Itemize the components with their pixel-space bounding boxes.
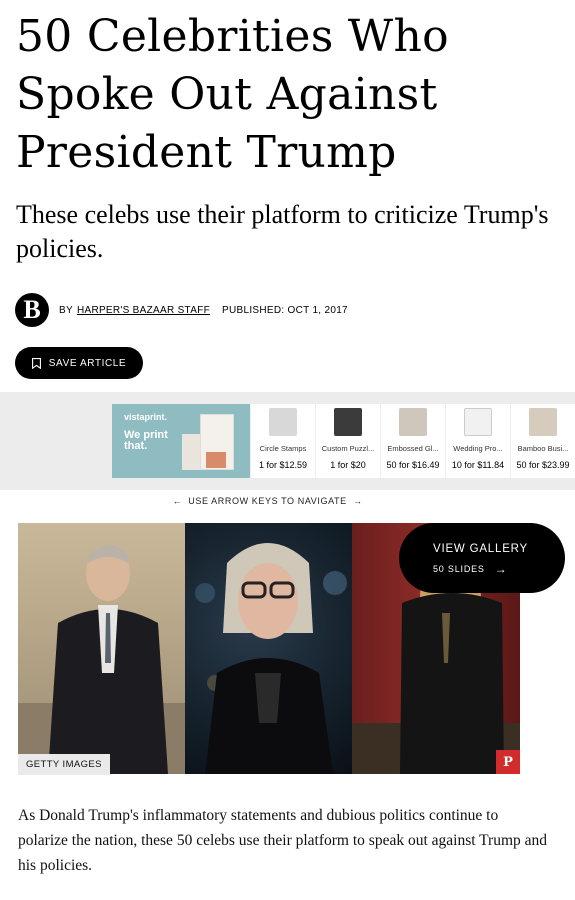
pinterest-icon: P bbox=[503, 754, 513, 770]
published-date: PUBLISHED: OCT 1, 2017 bbox=[222, 304, 348, 316]
ad-item-name: Wedding Pro... bbox=[453, 444, 503, 453]
slide-count-label: 50 SLIDES bbox=[433, 564, 485, 574]
ad-tagline: We print that. bbox=[124, 429, 168, 452]
save-article-button[interactable]: SAVE ARTICLE bbox=[15, 347, 143, 379]
ad-unit[interactable]: vistaprint. We print that. Circle Stamps… bbox=[112, 404, 575, 478]
ad-item-price: 10 for $11.84 bbox=[451, 460, 505, 470]
arrow-left-icon[interactable]: ← bbox=[172, 496, 182, 506]
ad-brand-panel[interactable]: vistaprint. We print that. bbox=[112, 404, 250, 478]
photo-credit: GETTY IMAGES bbox=[18, 754, 110, 775]
ad-item[interactable]: Wedding Pro... 10 for $11.84 bbox=[445, 404, 510, 478]
byline-prefix: BY bbox=[59, 304, 73, 316]
save-article-label: SAVE ARTICLE bbox=[48, 357, 127, 369]
person-silhouette bbox=[18, 545, 185, 774]
arrow-right-icon: → bbox=[494, 562, 508, 576]
ad-item-thumb bbox=[464, 408, 492, 436]
article-headline: 50 Celebrities Who Spoke Out Against Pre… bbox=[16, 11, 449, 178]
article-body-paragraph: As Donald Trump's inflammatory statement… bbox=[18, 807, 548, 874]
byline-text: BY HARPER'S BAZAAR STAFF PUBLISHED: OCT … bbox=[59, 305, 348, 316]
ad-item[interactable]: Custom Puzzl... 1 for $20 bbox=[315, 404, 380, 478]
person-silhouette bbox=[195, 543, 347, 774]
ad-item-name: Custom Puzzl... bbox=[321, 444, 375, 453]
view-gallery-button[interactable]: VIEW GALLERY 50 SLIDES → bbox=[399, 523, 565, 593]
navigation-hint-label: USE ARROW KEYS TO NAVIGATE bbox=[188, 496, 347, 506]
publisher-logo[interactable]: B bbox=[15, 293, 49, 327]
gallery-photo[interactable] bbox=[18, 523, 185, 774]
byline: B BY HARPER'S BAZAAR STAFF PUBLISHED: OC… bbox=[15, 292, 348, 328]
ad-item[interactable]: Embossed Gl... 50 for $16.49 bbox=[380, 404, 445, 478]
ad-item-price: 50 for $23.99 bbox=[516, 460, 570, 470]
ad-item-thumb bbox=[529, 408, 557, 436]
gallery-photo[interactable] bbox=[185, 523, 352, 774]
ad-item-price: 1 for $20 bbox=[330, 460, 366, 470]
ad-item-name: Bamboo Busi... bbox=[517, 444, 569, 453]
author-link[interactable]: HARPER'S BAZAAR STAFF bbox=[77, 305, 210, 316]
ad-product-image bbox=[206, 452, 226, 468]
ad-item-thumb bbox=[334, 408, 362, 436]
view-gallery-label: VIEW GALLERY bbox=[433, 543, 529, 555]
ad-brand-name: vistaprint. bbox=[124, 412, 168, 422]
arrow-right-icon[interactable]: → bbox=[353, 496, 363, 506]
navigation-hint: ← USE ARROW KEYS TO NAVIGATE → bbox=[0, 496, 535, 506]
ad-item[interactable]: Circle Stamps 1 for $12.59 bbox=[250, 404, 315, 478]
ad-item-price: 50 for $16.49 bbox=[386, 460, 440, 470]
ad-item[interactable]: Bamboo Busi... 50 for $23.99 bbox=[510, 404, 575, 478]
ad-item-name: Circle Stamps bbox=[259, 444, 307, 453]
slide-count: 50 SLIDES → bbox=[433, 562, 565, 576]
pinterest-share-button[interactable]: P bbox=[496, 750, 520, 774]
ad-item-thumb bbox=[399, 408, 427, 436]
ad-item-name: Embossed Gl... bbox=[387, 444, 439, 453]
ad-item-thumb bbox=[269, 408, 297, 436]
bookmark-icon bbox=[31, 357, 41, 369]
article-dek: These celebs use their platform to criti… bbox=[16, 200, 549, 263]
ad-item-price: 1 for $12.59 bbox=[258, 460, 308, 470]
